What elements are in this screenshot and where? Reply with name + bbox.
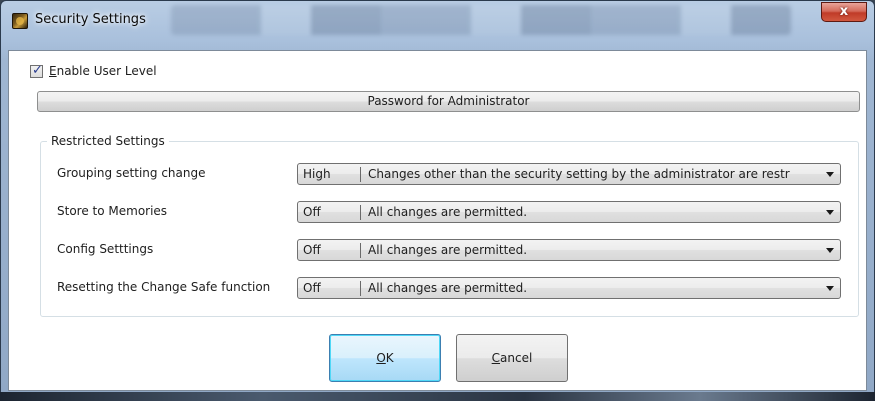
setting-row-store-to-memories: Store to Memories Off All changes are pe… [57, 201, 844, 223]
chevron-down-icon[interactable] [826, 286, 834, 291]
level-value: Off [303, 281, 321, 295]
column-separator [360, 167, 361, 182]
column-separator [360, 243, 361, 258]
level-description: Changes other than the security setting … [368, 167, 790, 181]
close-button[interactable]: x [821, 2, 867, 22]
enable-user-level-row[interactable]: ✓ Enable User Level [30, 63, 157, 79]
setting-row-grouping: Grouping setting change High Changes oth… [57, 163, 844, 185]
setting-row-config-settings: Config Setttings Off All changes are per… [57, 239, 844, 261]
store-to-memories-level-dropdown[interactable]: Off All changes are permitted. [297, 201, 841, 223]
config-settings-level-dropdown[interactable]: Off All changes are permitted. [297, 239, 841, 261]
setting-label: Resetting the Change Safe function [57, 280, 271, 294]
column-separator [360, 205, 361, 220]
enable-user-level-checkbox[interactable]: ✓ [30, 62, 43, 78]
level-description: All changes are permitted. [368, 281, 528, 295]
title-bar[interactable]: Security Settings x [1, 1, 874, 41]
app-logo-icon [12, 13, 28, 29]
checkmark-icon: ✓ [32, 62, 43, 78]
close-icon: x [839, 4, 849, 19]
setting-label: Store to Memories [57, 204, 168, 218]
column-separator [360, 281, 361, 296]
setting-row-change-safe: Resetting the Change Safe function Off A… [57, 277, 844, 299]
restricted-settings-legend: Restricted Settings [47, 134, 169, 148]
window-title: Security Settings [35, 12, 146, 27]
level-description: All changes are permitted. [368, 205, 528, 219]
chevron-down-icon[interactable] [826, 210, 834, 215]
password-for-administrator-button[interactable]: Password for Administrator [37, 91, 860, 112]
chevron-down-icon[interactable] [826, 172, 834, 177]
level-value: High [303, 167, 331, 181]
setting-label: Grouping setting change [57, 166, 206, 180]
cancel-button[interactable]: Cancel [456, 334, 568, 382]
level-description: All changes are permitted. [368, 243, 528, 257]
chevron-down-icon[interactable] [826, 248, 834, 253]
setting-label: Config Setttings [57, 242, 154, 256]
grouping-level-dropdown[interactable]: High Changes other than the security set… [297, 163, 841, 185]
taskbar-strip [0, 392, 875, 401]
enable-user-level-label: Enable User Level [49, 64, 157, 78]
level-value: Off [303, 205, 321, 219]
level-value: Off [303, 243, 321, 257]
change-safe-level-dropdown[interactable]: Off All changes are permitted. [297, 277, 841, 299]
ok-button[interactable]: OK [329, 334, 441, 382]
